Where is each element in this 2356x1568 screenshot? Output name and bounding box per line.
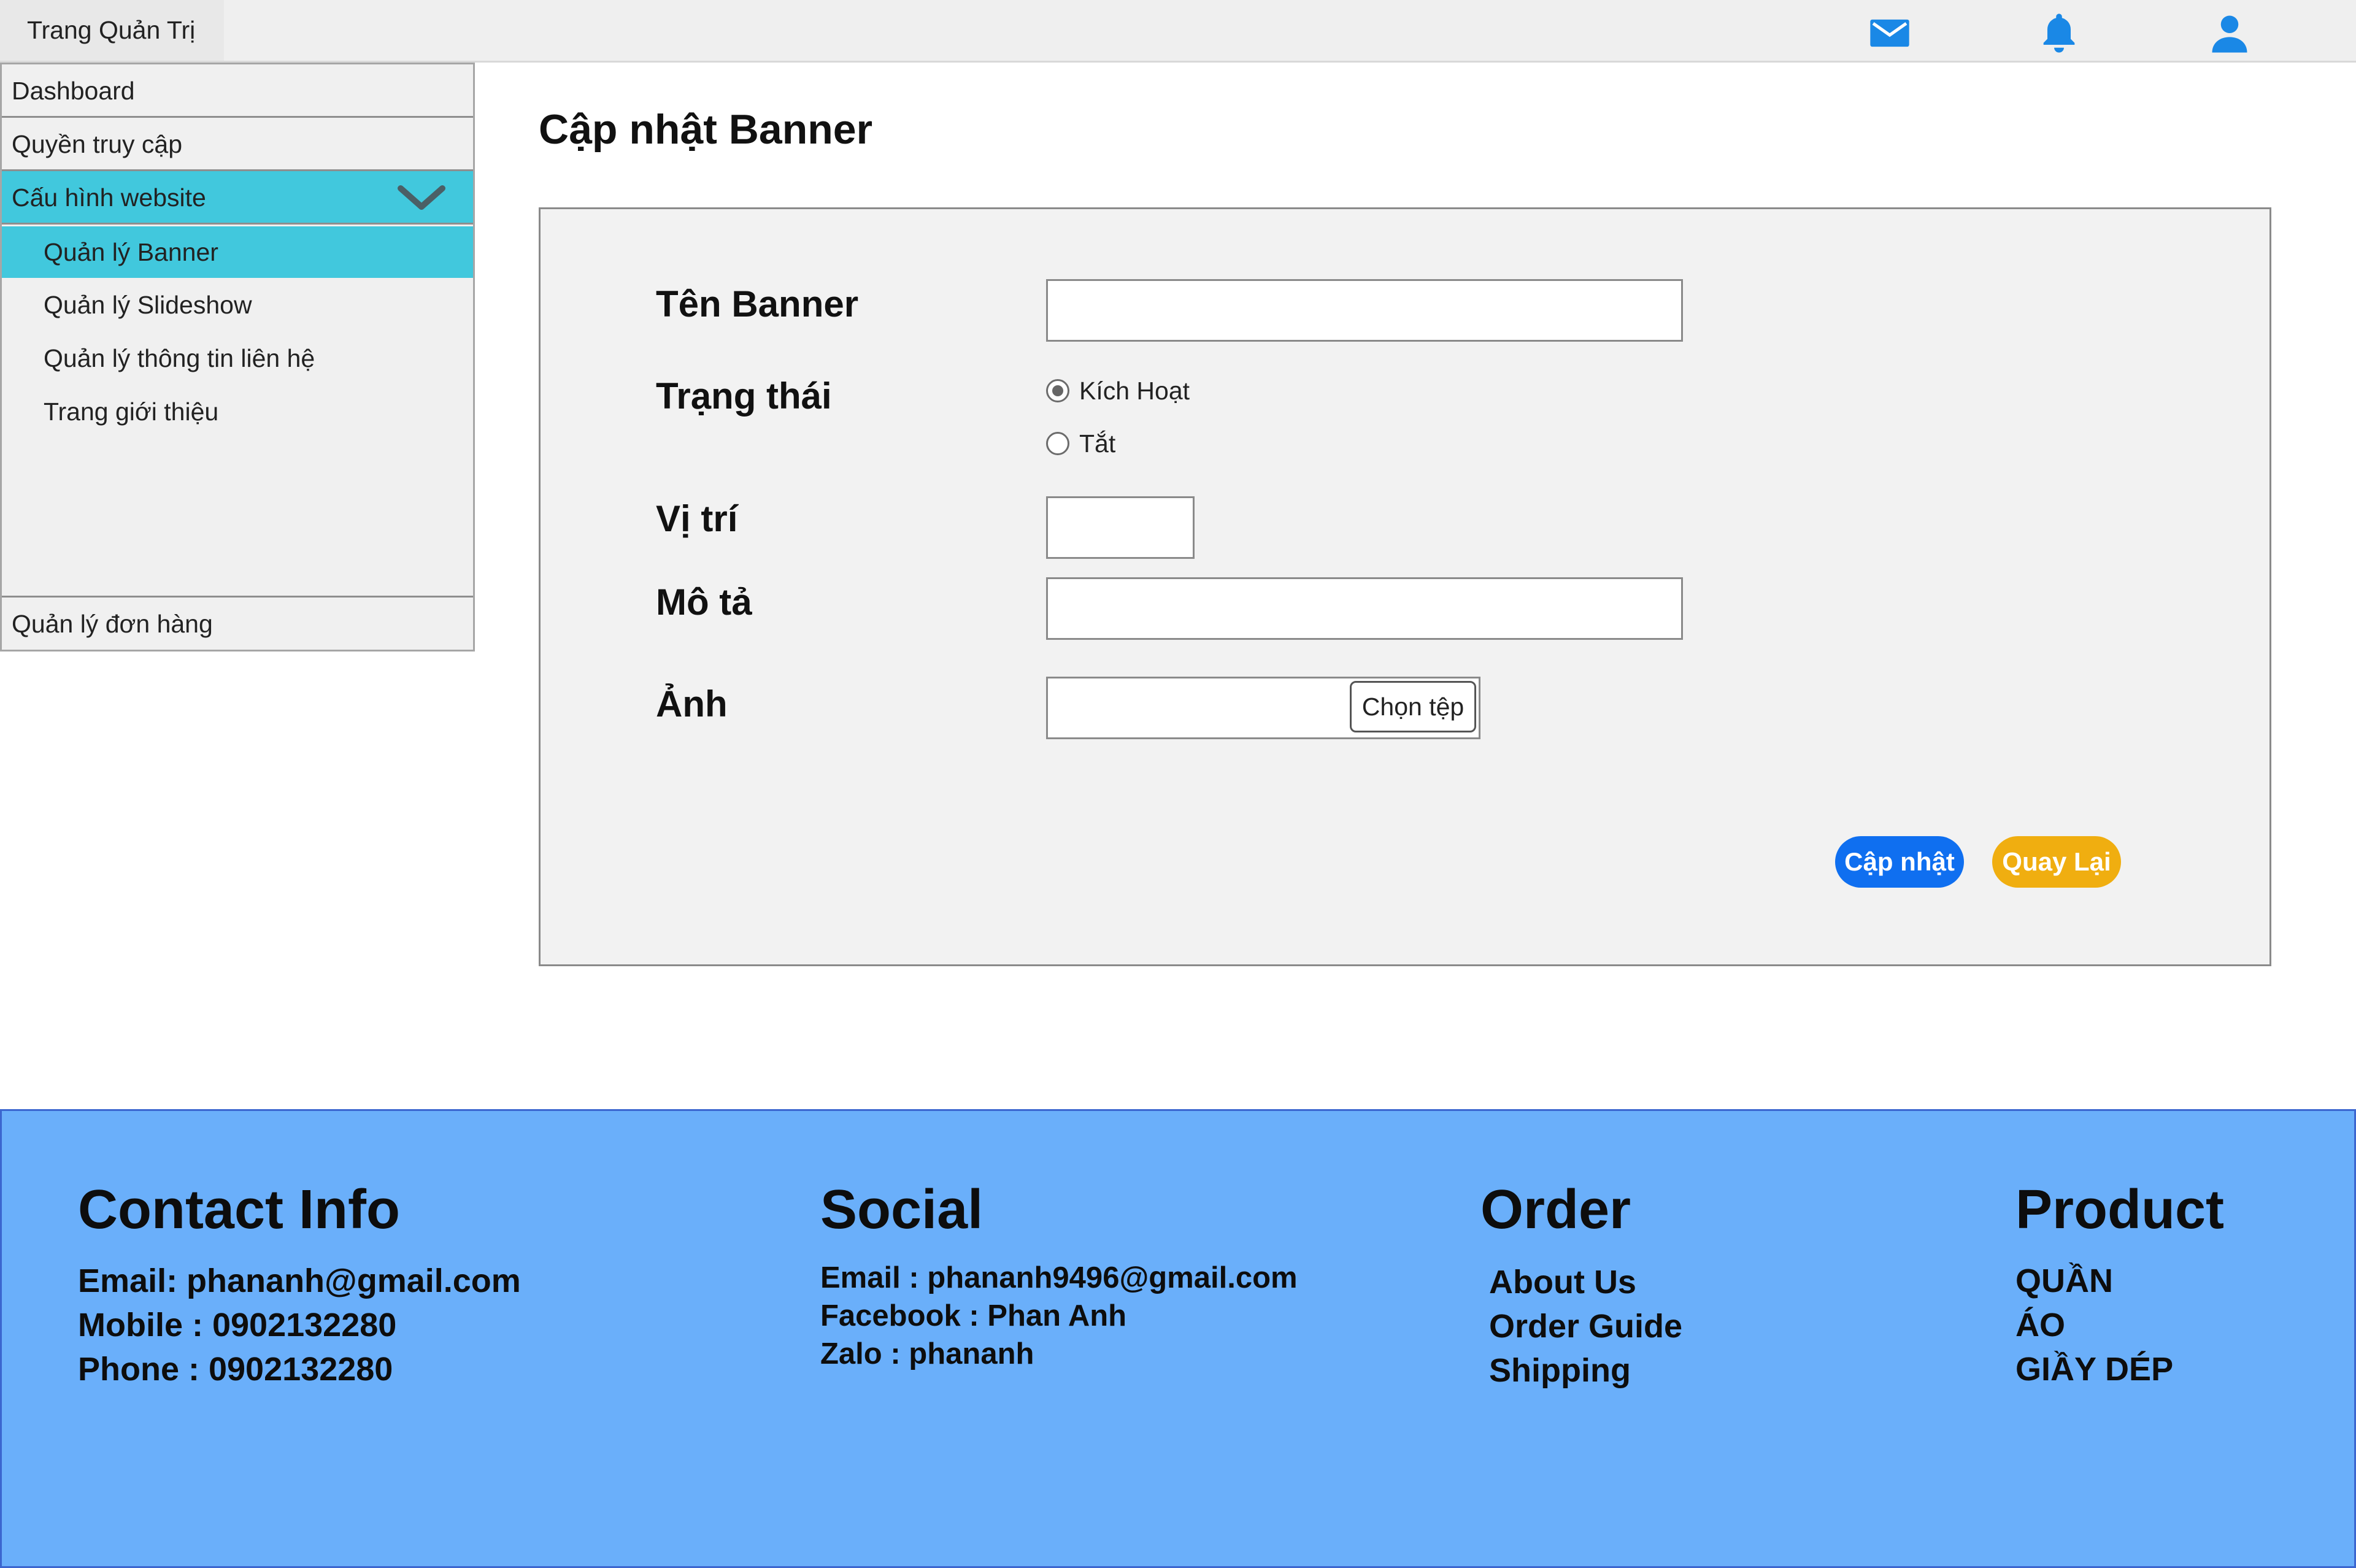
page-title: Cập nhật Banner <box>539 106 873 153</box>
image-file-input[interactable]: Chọn tệp <box>1046 677 1480 739</box>
radio-checked-icon[interactable] <box>1046 379 1069 402</box>
sidebar-item-label: Quản lý đơn hàng <box>12 610 213 638</box>
footer-contact-mobile: Mobile : 0902132280 <box>78 1307 397 1343</box>
top-bar: Trang Quản Trị <box>0 0 2356 63</box>
status-option-label: Tắt <box>1079 429 1116 458</box>
sidebar-subitem-banner[interactable]: Quản lý Banner <box>2 226 473 278</box>
sidebar-subitem-slideshow[interactable]: Quản lý Slideshow <box>2 279 473 331</box>
sidebar-subitem-label: Quản lý Slideshow <box>44 291 252 319</box>
user-icon[interactable] <box>2205 9 2254 58</box>
sidebar-item-dashboard[interactable]: Dashboard <box>2 64 473 118</box>
footer: Contact Info Email: phananh@gmail.com Mo… <box>0 1109 2356 1568</box>
sidebar-item-orders[interactable]: Quản lý đơn hàng <box>2 596 473 649</box>
choose-file-button[interactable]: Chọn tệp <box>1350 681 1476 732</box>
footer-contact-email: Email: phananh@gmail.com <box>78 1262 521 1299</box>
position-label: Vị trí <box>656 498 738 539</box>
description-label: Mô tả <box>656 582 752 623</box>
status-radio-off[interactable]: Tắt <box>1046 425 1115 462</box>
status-radio-active[interactable]: Kích Hoạt <box>1046 372 1190 409</box>
footer-link-order-guide[interactable]: Order Guide <box>1489 1307 1682 1345</box>
chevron-down-icon[interactable] <box>397 185 446 212</box>
footer-link-shipping[interactable]: Shipping <box>1489 1351 1631 1389</box>
footer-order-title: Order <box>1480 1179 1631 1240</box>
sidebar-subitem-label: Quản lý Banner <box>44 238 218 266</box>
footer-social-title: Social <box>820 1179 984 1240</box>
mail-icon[interactable] <box>1865 9 1914 58</box>
sidebar-subitem-label: Trang giới thiệu <box>44 398 219 426</box>
sidebar-subitem-contact[interactable]: Quản lý thông tin liên hệ <box>2 332 473 384</box>
footer-contact-phone: Phone : 0902132280 <box>78 1351 393 1388</box>
back-button[interactable]: Quay Lại <box>1992 836 2121 888</box>
brand-title[interactable]: Trang Quản Trị <box>0 0 224 61</box>
update-button[interactable]: Cập nhật <box>1835 836 1964 888</box>
sidebar-subitem-label: Quản lý thông tin liên hệ <box>44 344 315 372</box>
sidebar: Dashboard Quyền truy cập Cấu hình websit… <box>0 63 475 651</box>
footer-product-title: Product <box>2015 1179 2225 1240</box>
status-label: Trạng thái <box>656 375 832 417</box>
footer-social-email[interactable]: Email : phananh9496@gmail.com <box>820 1261 1298 1295</box>
status-option-label: Kích Hoạt <box>1079 376 1190 405</box>
footer-product-shirts[interactable]: ÁO <box>2015 1306 2065 1344</box>
sidebar-item-label: Cấu hình website <box>12 183 206 212</box>
sidebar-item-label: Dashboard <box>12 77 135 105</box>
description-input[interactable] <box>1046 577 1683 640</box>
banner-name-input[interactable] <box>1046 279 1683 342</box>
sidebar-subitem-about[interactable]: Trang giới thiệu <box>2 386 473 437</box>
footer-social-facebook[interactable]: Facebook : Phan Anh <box>820 1299 1126 1333</box>
sidebar-item-access[interactable]: Quyền truy cập <box>2 118 473 171</box>
image-label: Ảnh <box>656 683 728 724</box>
position-input[interactable] <box>1046 496 1195 559</box>
footer-product-shoes[interactable]: GIẦY DÉP <box>2015 1350 2173 1388</box>
footer-link-about[interactable]: About Us <box>1489 1263 1636 1301</box>
footer-product-pants[interactable]: QUẦN <box>2015 1262 2113 1300</box>
sidebar-item-label: Quyền truy cập <box>12 130 183 158</box>
radio-unchecked-icon[interactable] <box>1046 432 1069 455</box>
sidebar-item-website-config[interactable]: Cấu hình website <box>2 171 473 225</box>
footer-contact-title: Contact Info <box>78 1179 400 1240</box>
banner-name-label: Tên Banner <box>656 283 859 325</box>
banner-form: Tên Banner Trạng thái Kích Hoạt Tắt Vị t… <box>539 207 2271 966</box>
bell-icon[interactable] <box>2035 9 2084 58</box>
footer-social-zalo[interactable]: Zalo : phananh <box>820 1337 1034 1371</box>
